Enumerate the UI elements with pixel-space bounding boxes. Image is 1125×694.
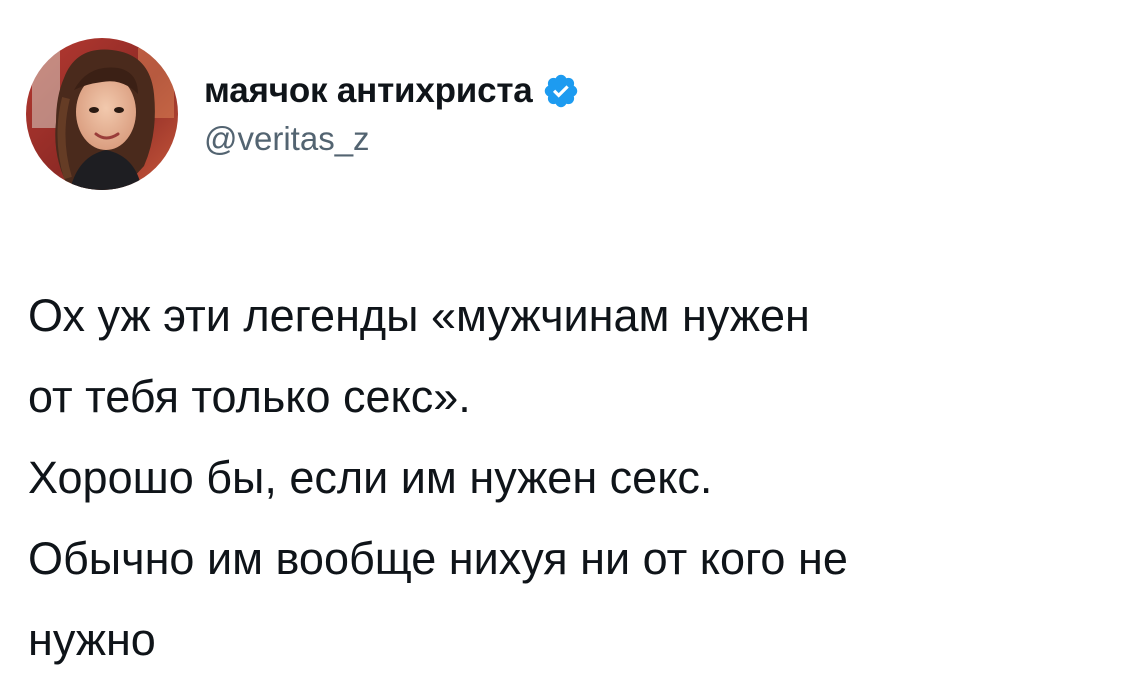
- user-handle[interactable]: @veritas_z: [204, 120, 580, 158]
- tweet-text-line: Хорошо бы, если им нужен секс.: [28, 452, 713, 503]
- tweet-text-line: от тебя только секс».: [28, 371, 471, 422]
- verified-badge-icon: [542, 72, 580, 110]
- name-row: маячок антихриста: [204, 68, 580, 114]
- display-name[interactable]: маячок антихриста: [204, 71, 533, 111]
- tweet-text: Ох уж эти легенды «мужчинам нужен от теб…: [28, 275, 1108, 680]
- tweet-header: маячок антихриста @veritas_z: [26, 38, 580, 190]
- tweet-text-line: Обычно им вообще нихуя ни от кого не: [28, 533, 848, 584]
- tweet-text-line: нужно: [28, 614, 156, 665]
- avatar[interactable]: [26, 38, 178, 190]
- tweet-text-line: Ох уж эти легенды «мужчинам нужен: [28, 290, 810, 341]
- author-info: маячок антихриста @veritas_z: [204, 68, 580, 158]
- avatar-image: [26, 38, 178, 190]
- tweet-card: маячок антихриста @veritas_z Ох уж эти л…: [0, 0, 1125, 694]
